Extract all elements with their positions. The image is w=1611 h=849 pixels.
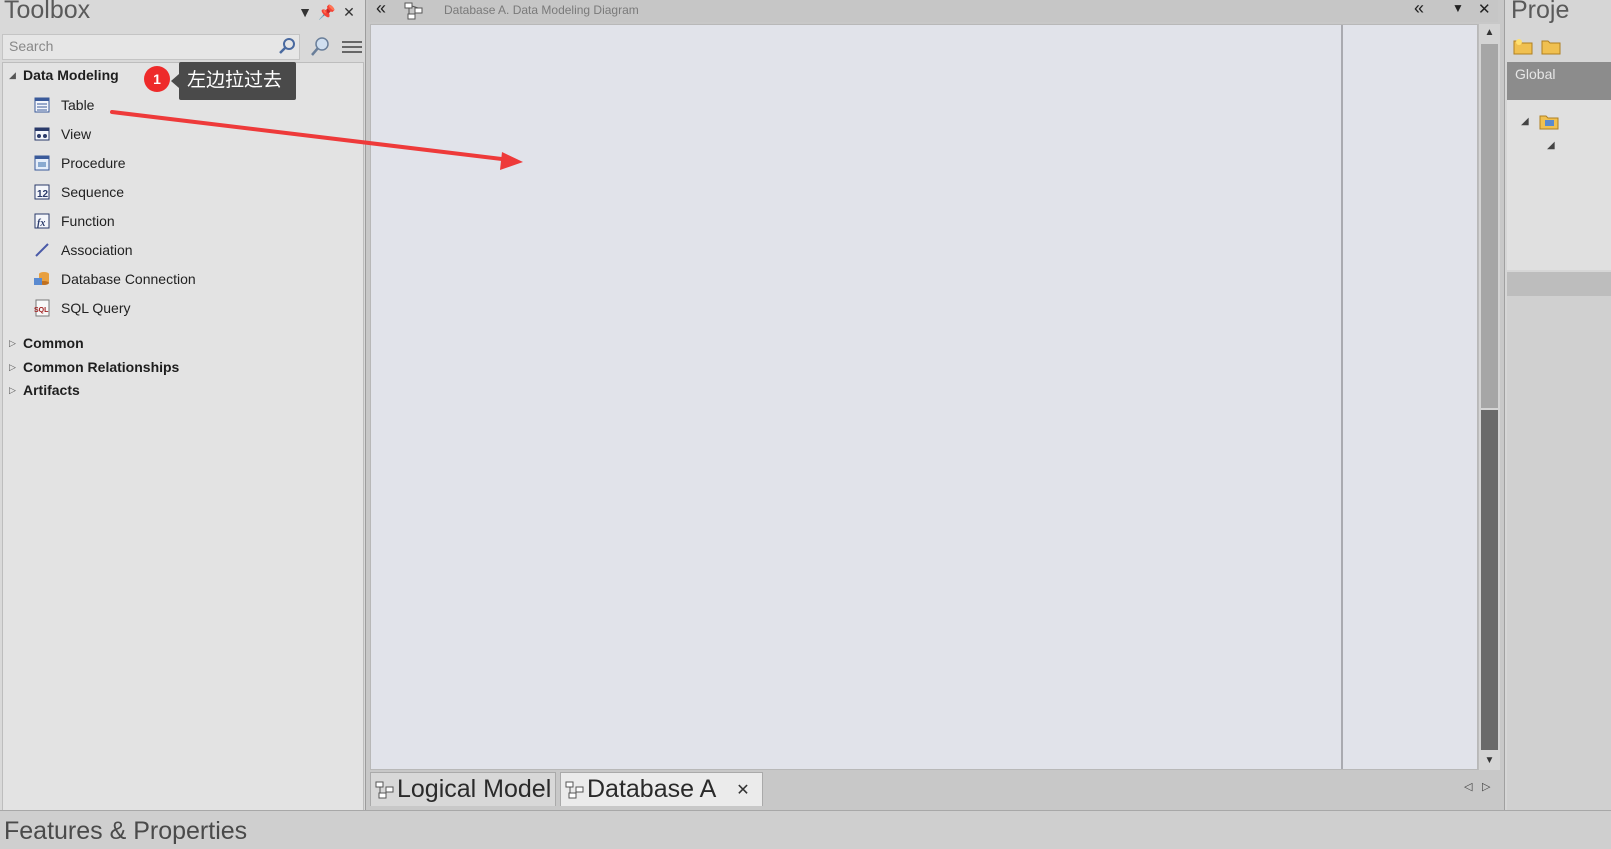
tool-item-label: Table bbox=[61, 97, 95, 113]
tool-item-sql-query[interactable]: SQL SQL Query bbox=[33, 295, 131, 321]
procedure-icon bbox=[33, 154, 51, 172]
app-window: Toolbox ▼ 📌 ✕ Search ◢ Data Modeling Tab… bbox=[0, 0, 1611, 849]
scroll-down-icon[interactable]: ▼ bbox=[1479, 752, 1500, 770]
tool-item-label: Procedure bbox=[61, 155, 126, 171]
project-browser-panel: Proje Global ◢ ◢ bbox=[1504, 0, 1611, 810]
toolbox-title: Toolbox bbox=[4, 0, 91, 24]
scrollbar-thumb[interactable] bbox=[1481, 44, 1498, 408]
group-label: Common Relationships bbox=[23, 359, 180, 375]
document-tab-strip: Logical Model Database A ✕ ◁ ▷ bbox=[368, 770, 1502, 806]
tab-logical-model[interactable]: Logical Model bbox=[370, 772, 557, 806]
association-icon bbox=[33, 241, 51, 259]
group-artifacts[interactable]: ▷ Artifacts bbox=[9, 379, 80, 401]
tool-item-label: View bbox=[61, 126, 92, 142]
project-tree: ◢ ◢ bbox=[1507, 100, 1611, 270]
collapsed-caret-icon[interactable]: ▷ bbox=[9, 338, 23, 349]
expanded-caret-icon[interactable]: ◢ bbox=[1547, 140, 1555, 151]
bottom-panel-title: Features & Properties bbox=[4, 817, 248, 845]
group-label: Common bbox=[23, 335, 84, 351]
table-icon bbox=[33, 96, 51, 114]
sequence-icon: 12 bbox=[33, 183, 51, 201]
tool-item-association[interactable]: Association bbox=[33, 237, 133, 263]
folder-icon[interactable] bbox=[1541, 37, 1561, 60]
close-icon[interactable]: ✕ bbox=[1478, 0, 1491, 18]
tab-scroll-right-icon[interactable]: ▷ bbox=[1482, 780, 1490, 793]
vertical-scrollbar[interactable]: ▲ ▼ bbox=[1478, 24, 1500, 770]
toolbox-panel: Toolbox ▼ 📌 ✕ Search ◢ Data Modeling Tab… bbox=[0, 0, 366, 830]
diagram-header: « Database A. Data Modeling Diagram « ▼ … bbox=[368, 0, 1498, 22]
model-package-icon[interactable] bbox=[1539, 112, 1559, 135]
tab-scroll-left-icon[interactable]: ◁ bbox=[1464, 780, 1472, 793]
panel-dropdown-icon[interactable]: ▼ bbox=[296, 2, 314, 22]
function-icon: fx bbox=[33, 212, 51, 230]
expanded-caret-icon[interactable]: ◢ bbox=[9, 70, 23, 81]
hamburger-menu-icon[interactable] bbox=[340, 34, 364, 60]
page-boundary-line bbox=[1341, 25, 1343, 769]
group-data-modeling[interactable]: ◢ Data Modeling bbox=[9, 64, 119, 86]
group-common-relationships[interactable]: ▷ Common Relationships bbox=[9, 356, 179, 378]
tool-item-function[interactable]: fx Function bbox=[33, 208, 115, 234]
tab-label: Logical Model bbox=[397, 775, 552, 803]
view-icon bbox=[33, 125, 51, 143]
scrollbar-track[interactable] bbox=[1481, 410, 1498, 750]
tool-item-label: Association bbox=[61, 242, 133, 258]
tab-database-a[interactable]: Database A ✕ bbox=[560, 772, 763, 806]
database-connection-icon bbox=[33, 270, 51, 288]
toolbox-tree: ◢ Data Modeling Table View Procedure 12 … bbox=[2, 62, 364, 830]
collapse-left-icon[interactable]: « bbox=[376, 0, 386, 19]
project-divider bbox=[1507, 272, 1611, 296]
diagram-icon bbox=[565, 780, 585, 800]
chevron-down-icon[interactable]: ▼ bbox=[1452, 1, 1464, 15]
annotation-callout: 左边拉过去 bbox=[170, 62, 297, 100]
diagram-icon bbox=[404, 2, 424, 20]
tool-item-procedure[interactable]: Procedure bbox=[33, 150, 126, 176]
toolbox-search-input[interactable]: Search bbox=[2, 34, 300, 60]
diagram-icon bbox=[375, 780, 395, 800]
group-label: Artifacts bbox=[23, 382, 80, 398]
svg-text:SQL: SQL bbox=[34, 307, 49, 314]
expanded-caret-icon[interactable]: ◢ bbox=[1521, 116, 1529, 127]
group-common[interactable]: ▷ Common bbox=[9, 332, 84, 354]
pin-icon[interactable]: 📌 bbox=[318, 2, 336, 22]
collapsed-caret-icon[interactable]: ▷ bbox=[9, 385, 23, 396]
new-folder-icon[interactable] bbox=[1513, 37, 1533, 60]
tool-item-label: Database Connection bbox=[61, 271, 196, 287]
tool-item-label: Function bbox=[61, 213, 115, 229]
tool-item-database-connection[interactable]: Database Connection bbox=[33, 266, 196, 292]
diagram-canvas[interactable] bbox=[370, 24, 1478, 770]
svg-text:12: 12 bbox=[37, 189, 49, 200]
project-lower-area bbox=[1507, 296, 1611, 810]
annotation-number-badge: 1 bbox=[144, 66, 170, 92]
project-panel-title: Proje bbox=[1511, 0, 1570, 24]
tool-item-sequence[interactable]: 12 Sequence bbox=[33, 179, 124, 205]
search-icon[interactable] bbox=[278, 36, 298, 56]
bottom-panel: Features & Properties bbox=[0, 810, 1611, 849]
collapsed-caret-icon[interactable]: ▷ bbox=[9, 362, 23, 373]
tab-label: Database A bbox=[587, 775, 717, 803]
find-button[interactable] bbox=[308, 34, 334, 60]
collapse-right-icon[interactable]: « bbox=[1414, 0, 1424, 19]
diagram-breadcrumb: Database A. Data Modeling Diagram bbox=[444, 3, 639, 17]
svg-text:fx: fx bbox=[37, 218, 45, 229]
sql-query-icon: SQL bbox=[33, 299, 51, 317]
group-label: Data Modeling bbox=[23, 67, 119, 83]
scroll-up-icon[interactable]: ▲ bbox=[1479, 24, 1500, 42]
close-tab-icon[interactable]: ✕ bbox=[736, 780, 749, 800]
project-toolbar bbox=[1507, 34, 1611, 60]
tool-item-label: Sequence bbox=[61, 184, 125, 200]
tab-global[interactable]: Global bbox=[1507, 62, 1611, 100]
tool-item-label: SQL Query bbox=[61, 300, 131, 316]
tool-item-table[interactable]: Table bbox=[33, 92, 94, 118]
tool-item-view[interactable]: View bbox=[33, 121, 91, 147]
close-icon[interactable]: ✕ bbox=[340, 2, 358, 22]
